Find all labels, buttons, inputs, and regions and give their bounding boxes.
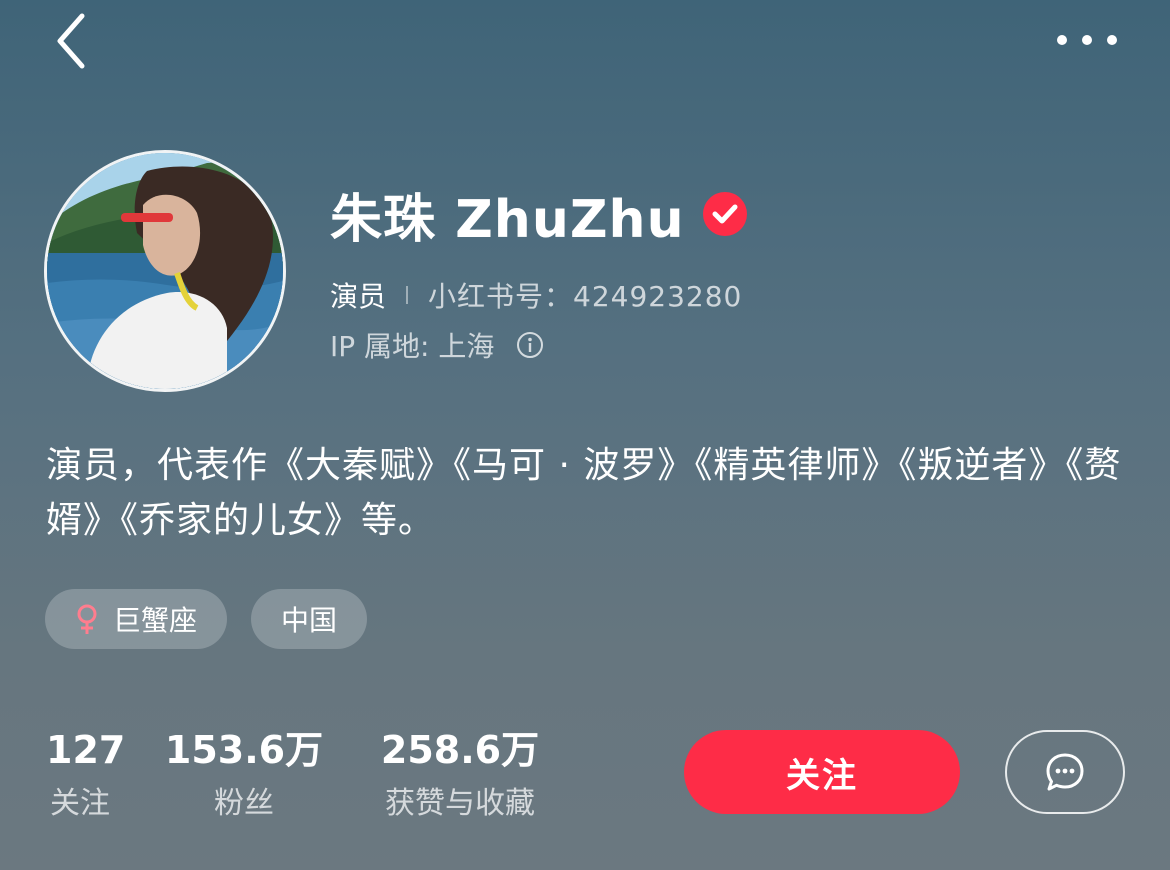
tag-country: 中国 <box>251 589 368 649</box>
stat-following[interactable]: 127 关注 <box>46 727 126 823</box>
stat-followers-value: 153.6万 <box>164 728 324 772</box>
more-horizontal-icon <box>1057 35 1117 45</box>
verified-check-icon <box>702 192 747 236</box>
info-icon[interactable] <box>516 331 544 359</box>
profile-bio: 演员，代表作《大秦赋》《马可 · 波罗》《精英律师》《叛逆者》《赘婿》《乔家的儿… <box>46 445 1122 541</box>
tag-zodiac: 巨蟹座 <box>45 589 228 649</box>
tag-country-label: 中国 <box>281 604 338 637</box>
stat-likes-label: 获赞与收藏 <box>385 786 535 821</box>
ip-location-row: IP 属地: 上海 <box>330 325 544 365</box>
top-navigation-bar <box>0 0 1170 90</box>
more-options-button[interactable] <box>1052 22 1122 58</box>
profile-tags: 巨蟹座 中国 <box>45 589 368 649</box>
occupation-label: 演员 <box>330 280 387 313</box>
avatar[interactable] <box>44 150 286 392</box>
stat-followers-label: 粉丝 <box>214 786 274 821</box>
stat-followers[interactable]: 153.6万 粉丝 <box>164 727 324 823</box>
back-button[interactable] <box>48 10 98 72</box>
avatar-photo <box>47 153 283 389</box>
stat-following-label: 关注 <box>50 786 110 821</box>
chevron-left-icon <box>57 13 85 69</box>
profile-meta-row: 演员 小红书号：424923280 <box>330 275 742 315</box>
chat-bubble-icon <box>1046 753 1084 791</box>
profile-stats: 127 关注 153.6万 粉丝 258.6万 获赞与收藏 <box>0 727 660 827</box>
stat-following-value: 127 <box>46 728 126 772</box>
follow-button[interactable]: 关注 <box>684 730 960 814</box>
message-button[interactable] <box>1005 730 1125 814</box>
tag-zodiac-label: 巨蟹座 <box>113 604 198 637</box>
ip-location: IP 属地: 上海 <box>330 330 495 363</box>
profile-name-row: 朱珠 ZhuZhu <box>330 180 747 250</box>
profile-name: 朱珠 ZhuZhu <box>330 189 685 250</box>
stat-likes-and-collections[interactable]: 258.6万 获赞与收藏 <box>375 727 545 823</box>
stat-likes-value: 258.6万 <box>380 728 540 772</box>
meta-divider <box>406 286 409 304</box>
female-icon <box>77 604 97 634</box>
redbook-id: 小红书号：424923280 <box>428 280 743 313</box>
